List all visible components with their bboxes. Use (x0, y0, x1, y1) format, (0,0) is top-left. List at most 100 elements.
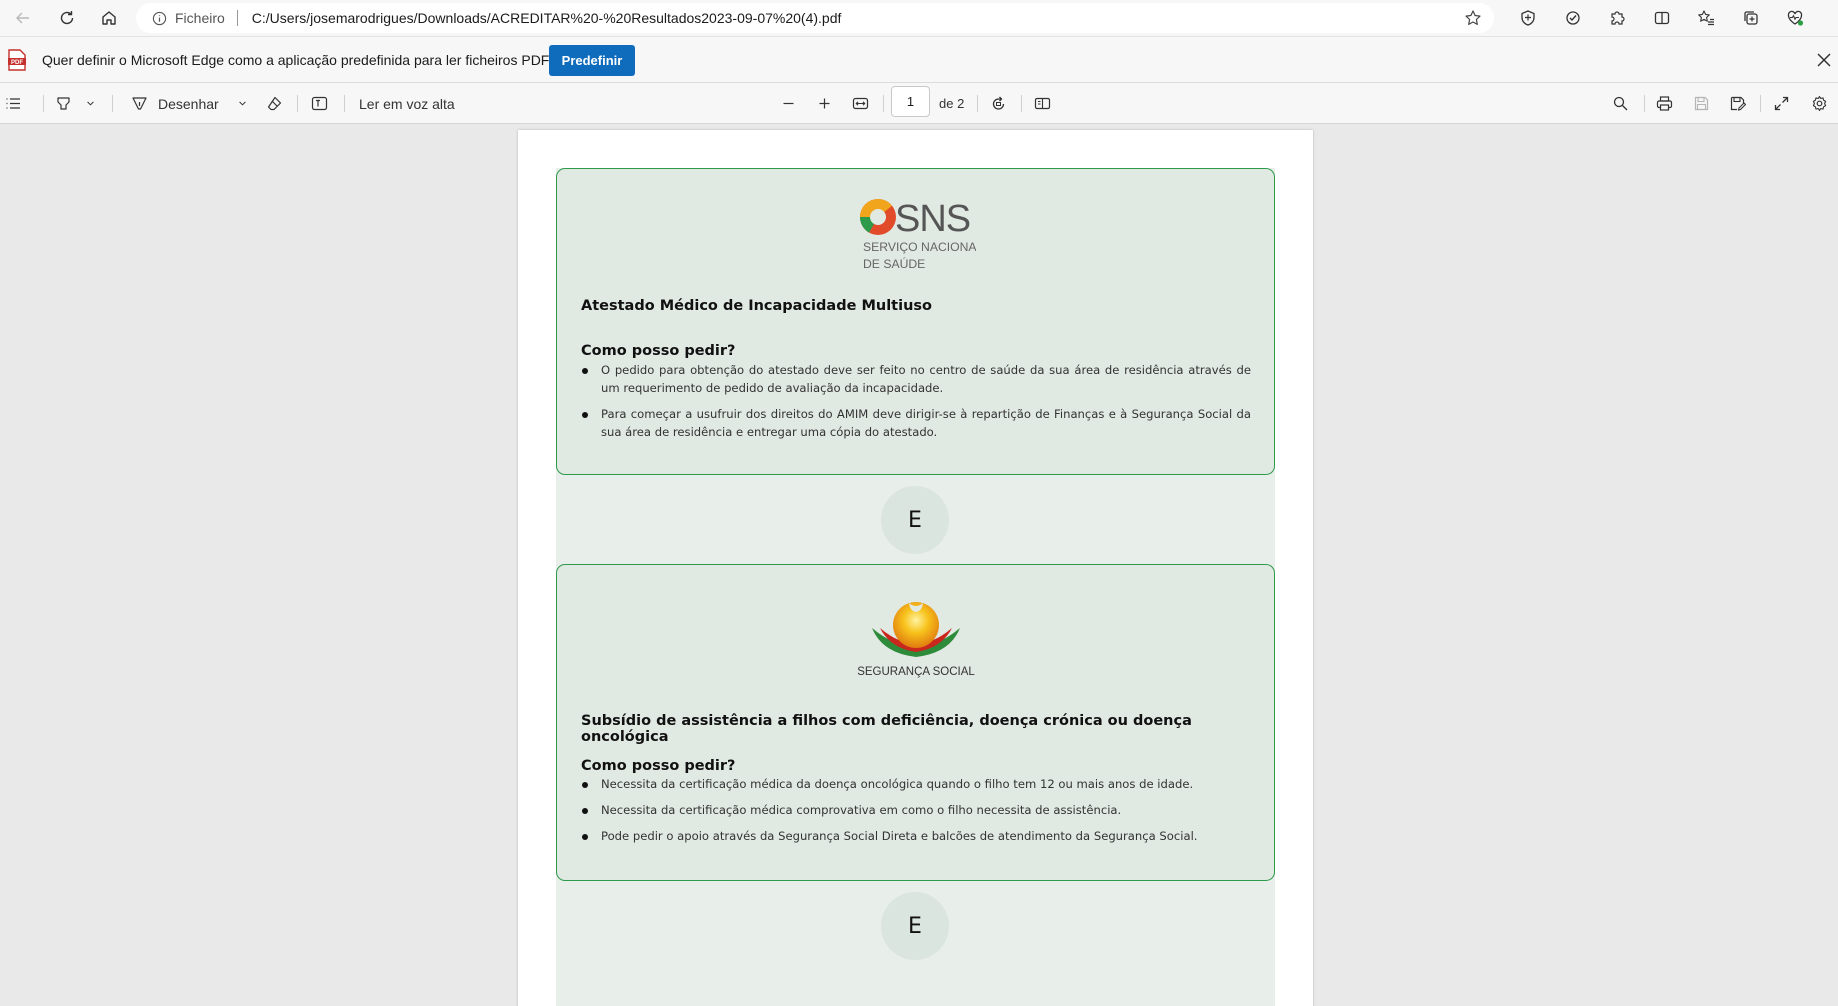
print-button[interactable] (1656, 83, 1673, 124)
pdf-page: SNS SERVIÇO NACIONAL DE SAÚDE Atestado M… (518, 130, 1313, 1006)
chevron-down-icon (87, 101, 94, 106)
read-aloud-label: Ler em voz alta (359, 95, 455, 112)
site-info-button[interactable]: Ficheiro (152, 10, 225, 26)
refresh-button[interactable] (49, 0, 85, 36)
bullet-dot (582, 808, 588, 814)
check-circle-icon (1565, 11, 1580, 25)
page-view-button[interactable] (1034, 83, 1051, 124)
toolbar-separator (112, 95, 113, 112)
list-item-text: Necessita da certificação médica comprov… (601, 803, 1122, 817)
back-button[interactable] (5, 0, 41, 36)
find-button[interactable] (1612, 83, 1629, 124)
draw-label: Desenhar (158, 95, 219, 112)
plus-icon (819, 98, 830, 109)
content-column: SNS SERVIÇO NACIONAL DE SAÚDE Atestado M… (556, 168, 1275, 1006)
pdf-file-icon: PDF (8, 48, 26, 71)
zoom-out-button[interactable] (780, 83, 797, 124)
refresh-icon (60, 11, 74, 25)
toolbar-separator (883, 95, 884, 112)
toolbar-separator (1760, 95, 1761, 112)
collections-icon (1743, 11, 1758, 25)
check-extension-button[interactable] (1555, 0, 1591, 36)
zoom-in-button[interactable] (816, 83, 833, 124)
home-button[interactable] (91, 0, 127, 36)
erase-button[interactable] (266, 83, 283, 124)
highlight-options-button[interactable] (85, 83, 96, 124)
expand-icon (1774, 96, 1789, 111)
rotate-button[interactable] (990, 83, 1007, 124)
toolbar-separator (344, 95, 345, 112)
bullet-dot (582, 412, 588, 418)
pdf-viewer[interactable]: SNS SERVIÇO NACIONAL DE SAÚDE Atestado M… (0, 124, 1838, 1006)
fit-to-width-button[interactable] (852, 83, 869, 124)
shield-extension-button[interactable] (1510, 0, 1546, 36)
toolbar-separator (43, 95, 44, 112)
favorite-star-icon[interactable] (1464, 9, 1482, 27)
address-bar: Ficheiro C:/Users/josemarodrigues/Downlo… (0, 0, 1838, 36)
printer-icon (1656, 96, 1673, 111)
save-as-button[interactable] (1729, 83, 1746, 124)
pen-icon (132, 97, 147, 110)
url-separator (236, 10, 238, 26)
toolbar-separator (297, 95, 298, 112)
seguranca-social-logo: SEGURANÇA SOCIAL (857, 602, 975, 678)
url-text[interactable]: C:/Users/josemarodrigues/Downloads/ACRED… (252, 10, 842, 26)
connector-e: E (881, 486, 949, 554)
text-box-button[interactable] (311, 83, 328, 124)
collections-button[interactable] (1733, 0, 1769, 36)
highlighter-icon (57, 97, 70, 110)
sns-logo-line1: SERVIÇO NACIONAL (863, 240, 976, 254)
split-screen-icon (1654, 11, 1669, 25)
seguranca-social-card: SEGURANÇA SOCIAL Subsídio de assistência… (556, 564, 1275, 881)
browser-essentials-button[interactable] (1777, 0, 1813, 36)
list-item-text: Para começar a usufruir dos direitos do … (601, 407, 1251, 439)
fit-width-icon (852, 97, 869, 110)
list-item: Para começar a usufruir dos direitos do … (581, 405, 1251, 441)
card1-bullet-list: O pedido para obtenção do atestado deve … (581, 361, 1251, 449)
set-default-button[interactable]: Predefinir (549, 45, 635, 76)
sns-card: SNS SERVIÇO NACIONAL DE SAÚDE Atestado M… (556, 168, 1275, 475)
split-screen-button[interactable] (1644, 0, 1680, 36)
fullscreen-button[interactable] (1773, 83, 1790, 124)
sns-logo: SNS SERVIÇO NACIONAL DE SAÚDE (859, 198, 976, 271)
sns-logo-line2: DE SAÚDE (863, 256, 925, 271)
default-pdf-infobar: PDF Quer definir o Microsoft Edge como a… (0, 36, 1838, 83)
settings-button[interactable] (1811, 83, 1828, 124)
card1-title: Atestado Médico de Incapacidade Multiuso (581, 298, 932, 314)
puzzle-icon (1611, 11, 1625, 25)
page-view-icon (1034, 97, 1051, 110)
close-icon[interactable] (1814, 50, 1834, 70)
bullet-dot (582, 368, 588, 374)
extensions-button[interactable] (1599, 0, 1635, 36)
list-item: Pode pedir o apoio através da Segurança … (581, 827, 1251, 845)
connector-e: E (881, 892, 949, 960)
address-prefix: Ficheiro (175, 10, 225, 26)
draw-button[interactable]: Desenhar (131, 83, 219, 124)
list-item: O pedido para obtenção do atestado deve … (581, 361, 1251, 397)
page-total: de 2 (939, 96, 965, 111)
list-item-text: Necessita da certificação médica da doen… (601, 777, 1194, 791)
list-item-text: O pedido para obtenção do atestado deve … (601, 363, 1251, 395)
favorites-star-list-icon (1698, 10, 1714, 26)
infobar-message: Quer definir o Microsoft Edge como a apl… (42, 51, 558, 68)
pdf-badge-text: PDF (11, 59, 23, 65)
toolbar-separator (1021, 95, 1022, 112)
text-box-icon (311, 96, 328, 111)
rotate-icon (992, 96, 1005, 110)
highlight-button[interactable] (55, 83, 72, 124)
minus-icon (783, 102, 794, 105)
gear-icon (1812, 95, 1827, 112)
save-button[interactable] (1693, 83, 1710, 124)
url-box[interactable]: Ficheiro C:/Users/josemarodrigues/Downlo… (136, 3, 1494, 33)
list-item-text: Pode pedir o apoio através da Segurança … (601, 829, 1198, 843)
toolbar-separator (1644, 95, 1645, 112)
list-item: Necessita da certificação médica comprov… (581, 801, 1251, 819)
seguranca-social-logo-text: SEGURANÇA SOCIAL (857, 666, 975, 678)
card1-subtitle: Como posso pedir? (581, 343, 736, 359)
page-number-input[interactable] (891, 86, 930, 117)
favorites-button[interactable] (1688, 0, 1724, 36)
draw-options-button[interactable] (237, 83, 248, 124)
read-aloud-button[interactable]: Ler em voz alta (359, 83, 455, 124)
contents-button[interactable] (5, 83, 22, 124)
arrow-left-icon (16, 12, 29, 24)
